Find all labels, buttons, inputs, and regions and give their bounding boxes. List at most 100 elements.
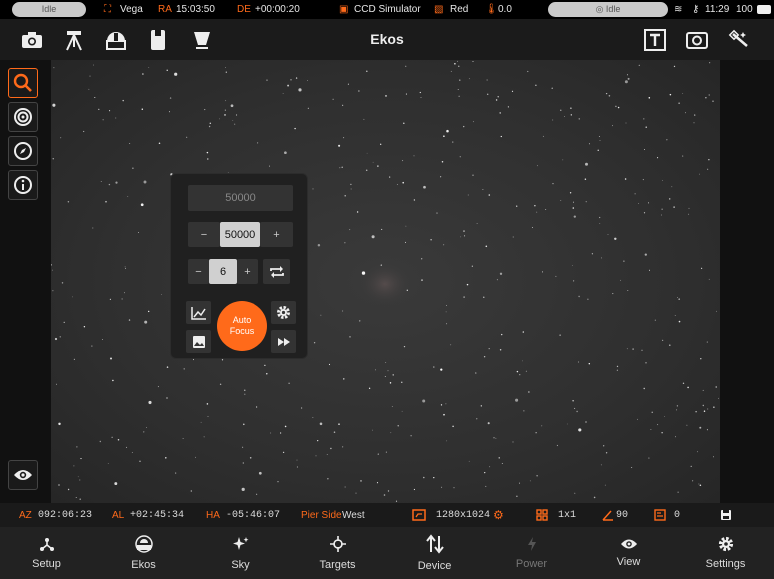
nav-targets[interactable]: Targets [289,527,386,579]
image-preview-button[interactable] [186,330,211,353]
position-plus-button[interactable]: + [260,222,293,247]
magic-wand-icon[interactable] [726,27,752,53]
nav-power[interactable]: Power [483,527,580,579]
star [625,122,627,124]
star [485,245,488,248]
star [338,144,341,147]
star [460,236,462,238]
star [578,295,580,298]
gear-icon[interactable]: ⚙ [493,508,504,522]
star [258,471,262,475]
dumbbell-nebula [359,262,411,306]
star [678,320,681,323]
nav-device[interactable]: Device [386,527,483,579]
loop-button[interactable] [263,259,290,284]
star [701,267,703,269]
star [585,421,587,423]
star [282,93,284,95]
star [284,425,287,428]
focus-status-pill: ◎ Idle [548,2,668,17]
star [385,95,387,97]
star [377,453,379,455]
star [234,123,236,125]
star [486,79,488,81]
star [706,341,708,343]
star [115,117,117,119]
auto-focus-button[interactable]: Auto Focus [217,301,267,351]
guide-module-button[interactable] [8,102,38,132]
star [651,411,653,413]
star [157,386,159,388]
star [232,120,234,121]
star [219,383,222,386]
star [341,166,343,169]
star [468,460,470,462]
save-icon[interactable] [720,509,732,525]
flat-light-icon[interactable] [189,27,215,53]
star [58,484,60,486]
filter-wheel-icon[interactable] [145,27,171,53]
position-minus-button[interactable]: − [188,222,220,247]
star [515,398,519,402]
star [307,107,309,109]
step-size-field[interactable]: 6 [209,259,237,284]
star [230,104,234,108]
star [401,410,403,412]
star [496,279,498,281]
camera-capture-icon[interactable] [19,27,45,53]
star [80,458,82,460]
toggle-view-button[interactable] [8,460,38,490]
star [330,447,332,450]
star [219,118,220,120]
fast-forward-button[interactable] [271,330,296,353]
align-module-button[interactable] [8,136,38,166]
observatory-dome-icon[interactable] [103,27,129,53]
star [661,339,664,342]
focus-settings-button[interactable] [271,301,296,324]
star [333,431,336,433]
sky-image-view[interactable] [51,60,720,503]
text-overlay-icon[interactable] [642,27,668,53]
nav-setup[interactable]: Setup [0,527,95,579]
star [693,122,695,124]
hfr-graph-button[interactable] [186,301,211,324]
star [446,323,448,325]
step-plus-button[interactable]: + [237,259,258,284]
star [608,95,611,97]
star [391,406,393,408]
star [166,69,168,71]
nav-settings[interactable]: Settings [677,527,774,579]
star [661,432,663,434]
star [76,446,78,448]
resolution-value: 1280x1024 [436,510,491,521]
star [249,457,252,459]
nav-sky[interactable]: Sky [192,527,289,579]
star [476,223,478,225]
star [63,321,65,324]
nav-view[interactable]: View [580,527,677,579]
nav-ekos[interactable]: Ekos [95,527,192,579]
star [578,428,582,432]
frame-capture-icon[interactable] [684,27,710,53]
star [148,310,150,313]
current-position-field[interactable]: 50000 [220,222,260,247]
star [499,272,503,275]
focus-module-button[interactable] [8,68,38,98]
step-minus-button[interactable]: − [188,259,209,284]
mount-tripod-icon[interactable] [61,27,87,53]
info-module-button[interactable] [8,170,38,200]
star [296,466,298,468]
bottom-navigation: Setup Ekos Sky Targets Device Power View… [0,527,774,579]
info-icon [14,176,32,194]
star [601,257,602,259]
filter-name: Red [450,4,469,15]
star [287,84,290,87]
star [328,363,331,366]
target-position-field[interactable]: 50000 [188,185,293,211]
star [452,141,454,143]
star [52,158,54,160]
star [690,465,692,468]
star [573,215,576,218]
star [522,331,525,333]
star [495,99,498,101]
